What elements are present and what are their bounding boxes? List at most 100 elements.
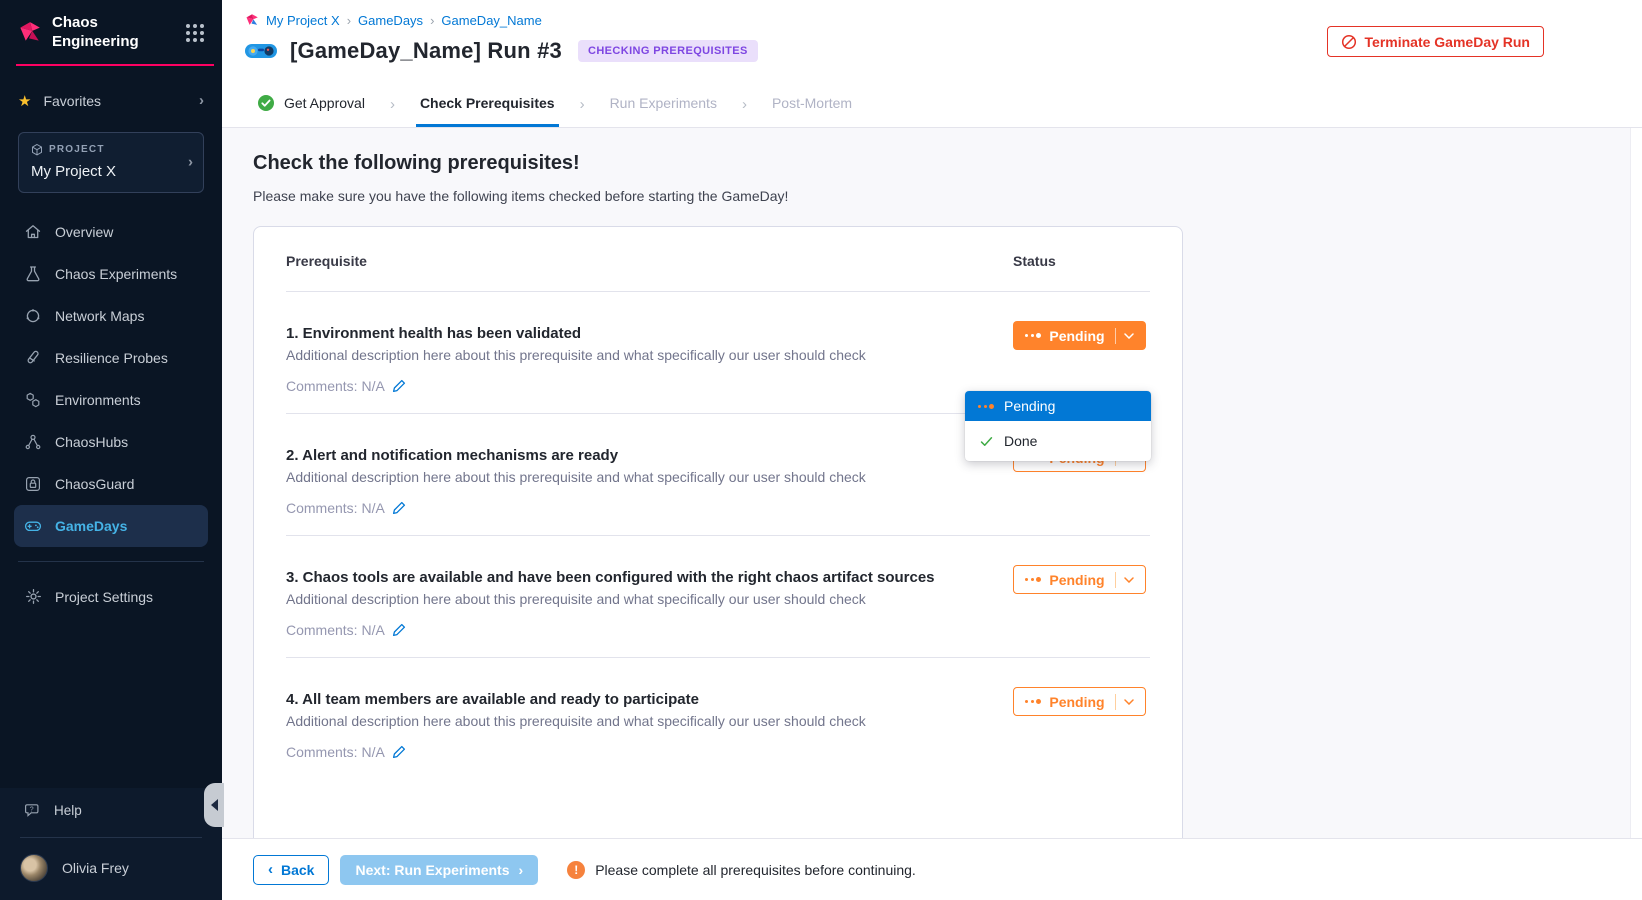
sidebar-item-label: Environments bbox=[55, 392, 141, 408]
chaos-logo-icon bbox=[16, 20, 42, 46]
flask-icon bbox=[24, 265, 42, 283]
edit-comment-pencil-icon[interactable] bbox=[392, 745, 406, 759]
back-button[interactable]: ‹ Back bbox=[253, 855, 329, 885]
prerequisite-title: 1. Environment health has been validated bbox=[286, 325, 1013, 342]
sidebar-item-label: Project Settings bbox=[55, 589, 153, 605]
dropdown-option-pending[interactable]: Pending bbox=[965, 391, 1151, 421]
main-area: My Project X›GameDays›GameDay_Name [Game… bbox=[222, 0, 1642, 900]
table-body: 1. Environment health has been validated… bbox=[286, 292, 1150, 780]
terminate-gameday-button[interactable]: Terminate GameDay Run bbox=[1327, 26, 1544, 57]
sidebar-item-chaosguard[interactable]: ChaosGuard bbox=[14, 463, 208, 505]
gameday-controller-icon bbox=[244, 40, 278, 62]
sidebar-bottom: ? Help Olivia Frey bbox=[0, 788, 222, 900]
status-cell: Pending bbox=[1013, 691, 1150, 780]
chevron-right-icon: › bbox=[188, 154, 193, 171]
content-area: Check the following prerequisites! Pleas… bbox=[222, 128, 1642, 900]
dropdown-option-label: Done bbox=[1004, 433, 1037, 449]
sidebar-item-label: Network Maps bbox=[55, 308, 144, 324]
sidebar-item-label: Resilience Probes bbox=[55, 350, 168, 366]
probe-icon bbox=[24, 349, 42, 367]
next-run-experiments-button[interactable]: Next: Run Experiments › bbox=[340, 855, 538, 885]
sidebar-header: Chaos Engineering bbox=[0, 0, 222, 64]
warning-icon: ! bbox=[567, 861, 585, 879]
step-get-approval[interactable]: Get Approval bbox=[253, 81, 369, 127]
breadcrumb-link-my-project-x[interactable]: My Project X bbox=[266, 13, 340, 28]
status-dropdown-menu: Pending Done bbox=[965, 391, 1151, 461]
edit-comment-pencil-icon[interactable] bbox=[392, 379, 406, 393]
next-label: Next: Run Experiments bbox=[355, 862, 509, 878]
chevron-down-icon bbox=[1124, 577, 1134, 583]
gear-icon bbox=[24, 588, 42, 606]
dropdown-option-done[interactable]: Done bbox=[965, 426, 1151, 456]
prerequisite-title: 2. Alert and notification mechanisms are… bbox=[286, 447, 1013, 464]
sidebar-divider bbox=[18, 561, 204, 562]
status-label: Pending bbox=[1049, 328, 1104, 344]
sidebar-collapse-handle[interactable] bbox=[204, 783, 224, 827]
avatar bbox=[20, 854, 48, 882]
comments-text: Comments: N/A bbox=[286, 744, 385, 760]
prohibit-icon bbox=[1341, 34, 1357, 50]
status-dropdown-button[interactable]: Pending bbox=[1013, 321, 1146, 350]
status-dropdown-button[interactable]: Pending bbox=[1013, 565, 1146, 594]
edit-comment-pencil-icon[interactable] bbox=[392, 623, 406, 637]
prerequisite-row: 4. All team members are available and re… bbox=[286, 658, 1150, 780]
prerequisite-title: 4. All team members are available and re… bbox=[286, 691, 1013, 708]
user-name: Olivia Frey bbox=[62, 860, 129, 876]
network-map-icon bbox=[24, 307, 42, 325]
module-grid-icon[interactable] bbox=[184, 22, 206, 44]
prerequisite-title: 3. Chaos tools are available and have be… bbox=[286, 569, 1013, 586]
sidebar-item-label: ChaosHubs bbox=[55, 434, 128, 450]
status-badge: CHECKING PREREQUISITES bbox=[578, 40, 758, 62]
sidebar-nav: OverviewChaos Experiments Network Maps Res… bbox=[0, 211, 222, 547]
pending-dots-icon bbox=[1025, 699, 1041, 704]
help-chat-icon: ? bbox=[24, 802, 41, 819]
sidebar-item-resilience-probes[interactable]: Resilience Probes bbox=[14, 337, 208, 379]
guard-lock-icon bbox=[24, 475, 42, 493]
done-check-icon bbox=[978, 433, 994, 449]
sidebar-item-chaos-experiments[interactable]: Chaos Experiments bbox=[14, 253, 208, 295]
step-check-prerequisites[interactable]: Check Prerequisites bbox=[416, 81, 559, 127]
sidebar-item-project-settings[interactable]: Project Settings bbox=[14, 576, 208, 618]
breadcrumb: My Project X›GameDays›GameDay_Name bbox=[222, 0, 1642, 28]
home-icon bbox=[24, 223, 42, 241]
back-label: Back bbox=[281, 862, 314, 878]
sidebar-item-network-maps[interactable]: Network Maps bbox=[14, 295, 208, 337]
sidebar-item-favorites[interactable]: ★ Favorites › bbox=[0, 88, 222, 114]
sidebar-divider bbox=[20, 837, 202, 838]
breadcrumb-link-gameday-name[interactable]: GameDay_Name bbox=[441, 13, 541, 28]
user-menu[interactable]: Olivia Frey bbox=[0, 842, 222, 900]
scrollbar-track[interactable] bbox=[1630, 128, 1642, 838]
step-label: Run Experiments bbox=[610, 95, 717, 111]
status-cell: Pending PendingDone bbox=[1013, 325, 1150, 413]
svg-text:?: ? bbox=[30, 806, 34, 813]
chevron-left-icon: ‹ bbox=[268, 861, 273, 878]
status-dropdown-button[interactable]: Pending bbox=[1013, 687, 1146, 716]
hub-icon bbox=[24, 433, 42, 451]
table-header: Prerequisite Status bbox=[286, 227, 1150, 292]
step-label: Get Approval bbox=[284, 95, 365, 111]
breadcrumb-link-gamedays[interactable]: GameDays bbox=[358, 13, 423, 28]
sidebar-item-chaoshubs[interactable]: ChaosHubs bbox=[14, 421, 208, 463]
pending-dots-icon bbox=[1025, 333, 1041, 338]
project-selector[interactable]: PROJECT My Project X › bbox=[18, 132, 204, 193]
warning-text: Please complete all prerequisites before… bbox=[595, 862, 916, 878]
comments-text: Comments: N/A bbox=[286, 378, 385, 394]
prerequisites-card: Prerequisite Status 1. Environment healt… bbox=[253, 226, 1183, 846]
sidebar-item-gamedays[interactable]: GameDays bbox=[14, 505, 208, 547]
sidebar-item-environments[interactable]: Environments bbox=[14, 379, 208, 421]
sidebar-item-overview[interactable]: Overview bbox=[14, 211, 208, 253]
comments-text: Comments: N/A bbox=[286, 500, 385, 516]
pending-dots-icon bbox=[978, 398, 994, 414]
step-run-experiments[interactable]: Run Experiments bbox=[606, 81, 721, 127]
help-label: Help bbox=[54, 803, 82, 818]
status-label: Pending bbox=[1049, 694, 1104, 710]
step-post-mortem[interactable]: Post-Mortem bbox=[768, 81, 856, 127]
stepper: Get Approval›Check Prerequisites›Run Exp… bbox=[253, 81, 856, 127]
comments-text: Comments: N/A bbox=[286, 622, 385, 638]
edit-comment-pencil-icon[interactable] bbox=[392, 501, 406, 515]
sidebar-item-help[interactable]: ? Help bbox=[0, 788, 222, 833]
breadcrumb-separator: › bbox=[430, 13, 434, 28]
column-prerequisite: Prerequisite bbox=[286, 253, 1013, 269]
gamepad-icon bbox=[24, 517, 42, 535]
pending-dots-icon bbox=[1025, 577, 1041, 582]
